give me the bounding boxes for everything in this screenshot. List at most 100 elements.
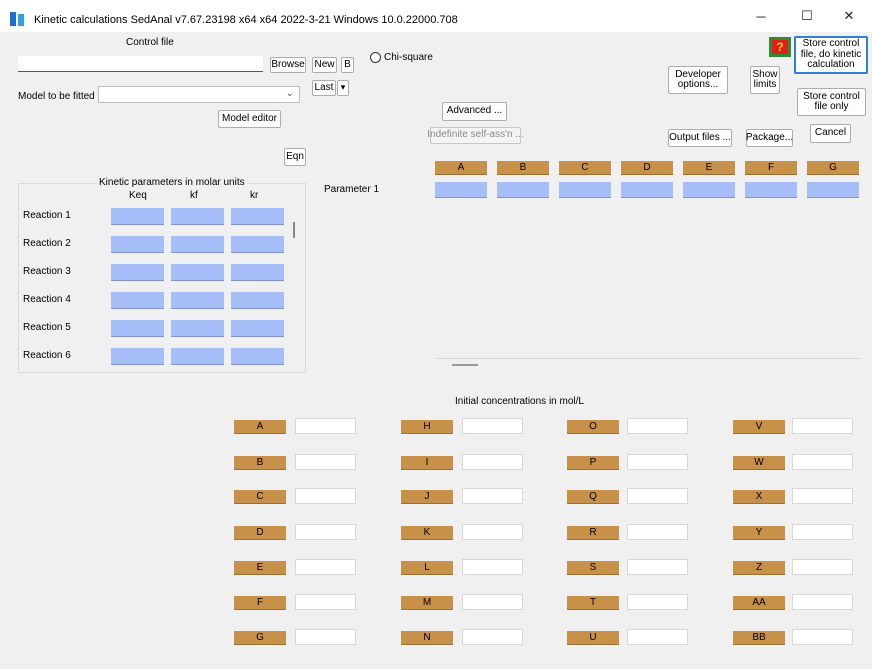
keq-field[interactable] (111, 320, 164, 337)
concentration-field-h[interactable] (462, 418, 523, 434)
parameter-field-c[interactable] (559, 182, 611, 198)
maximize-button[interactable]: ☐ (784, 0, 830, 32)
concentration-label-n: N (401, 631, 453, 645)
kr-field[interactable] (231, 320, 284, 337)
app-icon (10, 12, 26, 26)
package-button[interactable]: Package... (746, 129, 793, 147)
parameter-field-d[interactable] (621, 182, 673, 198)
concentration-field-x[interactable] (792, 488, 853, 504)
concentration-field-r[interactable] (627, 524, 688, 540)
concentration-label-bb: BB (733, 631, 785, 645)
output-files-button[interactable]: Output files ... (668, 129, 732, 147)
kr-field[interactable] (231, 208, 284, 225)
concentration-field-e[interactable] (295, 559, 356, 575)
concentration-field-a[interactable] (295, 418, 356, 434)
concentration-field-t[interactable] (627, 594, 688, 610)
b-button[interactable]: B (341, 57, 354, 73)
concentration-field-v[interactable] (792, 418, 853, 434)
store-and-calculate-button[interactable]: Store control file, do kinetic calculati… (794, 36, 868, 74)
minimize-button[interactable]: ─ (738, 0, 784, 32)
chi-square-radio[interactable] (370, 52, 381, 63)
concentration-field-z[interactable] (792, 559, 853, 575)
kf-field[interactable] (171, 208, 224, 225)
concentration-field-p[interactable] (627, 454, 688, 470)
last-button[interactable]: Last (312, 80, 336, 96)
concentration-label-q: Q (567, 490, 619, 504)
concentration-field-w[interactable] (792, 454, 853, 470)
control-file-input[interactable] (18, 56, 263, 72)
concentration-field-i[interactable] (462, 454, 523, 470)
model-select[interactable]: ⌄ (98, 86, 300, 103)
kr-field[interactable] (231, 292, 284, 309)
browse-button[interactable]: Browse (270, 57, 306, 73)
kf-field[interactable] (171, 348, 224, 365)
kr-field[interactable] (231, 264, 284, 281)
keq-field[interactable] (111, 348, 164, 365)
concentration-label-aa: AA (733, 596, 785, 610)
concentration-field-m[interactable] (462, 594, 523, 610)
horizontal-scrollbar-thumb[interactable] (452, 364, 478, 366)
model-editor-button[interactable]: Model editor (218, 110, 281, 128)
kr-field[interactable] (231, 236, 284, 253)
reaction-label: Reaction 3 (23, 266, 71, 277)
chevron-down-icon: ⌄ (285, 88, 294, 99)
concentration-field-aa[interactable] (792, 594, 853, 610)
concentration-field-b[interactable] (295, 454, 356, 470)
kf-field[interactable] (171, 264, 224, 281)
concentration-label-h: H (401, 420, 453, 434)
concentration-label-c: C (234, 490, 286, 504)
last-dropdown-icon[interactable]: ▾ (337, 80, 349, 96)
concentration-field-q[interactable] (627, 488, 688, 504)
kf-field[interactable] (171, 320, 224, 337)
concentration-field-n[interactable] (462, 629, 523, 645)
concentration-label-y: Y (733, 526, 785, 540)
window-title: Kinetic calculations SedAnal v7.67.23198… (34, 14, 458, 26)
concentration-field-j[interactable] (462, 488, 523, 504)
concentration-label-p: P (567, 456, 619, 470)
keq-header: Keq (129, 190, 147, 201)
concentrations-title: Initial concentrations in mol/L (455, 396, 584, 407)
concentration-field-k[interactable] (462, 524, 523, 540)
help-icon[interactable]: ? (769, 37, 791, 57)
keq-field[interactable] (111, 264, 164, 281)
concentration-field-bb[interactable] (792, 629, 853, 645)
store-control-file-only-button[interactable]: Store control file only (797, 88, 866, 116)
show-limits-button[interactable]: Show limits (750, 66, 780, 94)
concentration-field-d[interactable] (295, 524, 356, 540)
concentration-label-k: K (401, 526, 453, 540)
keq-field[interactable] (111, 236, 164, 253)
concentration-field-l[interactable] (462, 559, 523, 575)
concentration-field-y[interactable] (792, 524, 853, 540)
reaction-label: Reaction 1 (23, 210, 71, 221)
kf-field[interactable] (171, 236, 224, 253)
concentration-field-s[interactable] (627, 559, 688, 575)
concentration-label-w: W (733, 456, 785, 470)
parameter-field-e[interactable] (683, 182, 735, 198)
parameter-field-a[interactable] (435, 182, 487, 198)
developer-options-button[interactable]: Developer options... (668, 66, 728, 94)
concentration-field-c[interactable] (295, 488, 356, 504)
cancel-button[interactable]: Cancel (810, 124, 851, 143)
parameter-field-f[interactable] (745, 182, 797, 198)
concentration-label-z: Z (733, 561, 785, 575)
indefinite-self-association-button[interactable]: Indefinite self-ass'n ... (427, 127, 524, 144)
concentration-field-f[interactable] (295, 594, 356, 610)
concentration-label-d: D (234, 526, 286, 540)
kinetic-parameters-title: Kinetic parameters in molar units (97, 177, 247, 188)
keq-field[interactable] (111, 292, 164, 309)
concentration-field-o[interactable] (627, 418, 688, 434)
kf-field[interactable] (171, 292, 224, 309)
concentration-field-u[interactable] (627, 629, 688, 645)
keq-field[interactable] (111, 208, 164, 225)
vertical-scrollbar-thumb[interactable] (293, 222, 295, 238)
concentration-field-g[interactable] (295, 629, 356, 645)
advanced-button[interactable]: Advanced ... (442, 102, 507, 121)
kr-header: kr (250, 190, 259, 201)
parameter-field-g[interactable] (807, 182, 859, 198)
close-button[interactable]: ✕ (826, 0, 872, 32)
parameter-header-e: E (683, 161, 735, 175)
new-button[interactable]: New (312, 57, 337, 73)
kr-field[interactable] (231, 348, 284, 365)
parameter-field-b[interactable] (497, 182, 549, 198)
eqn-button[interactable]: Eqn (284, 148, 306, 166)
